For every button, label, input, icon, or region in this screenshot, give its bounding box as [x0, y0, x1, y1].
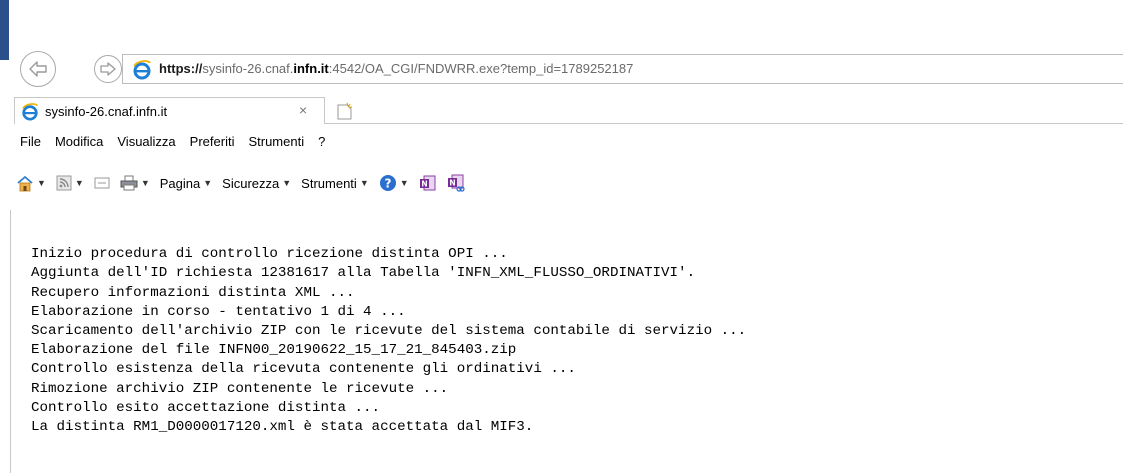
navigation-bar: https://sysinfo-26.cnaf.infn.it:4542/OA_… [14, 51, 1123, 90]
pagina-button[interactable]: Pagina ▼ [160, 176, 212, 191]
print-button[interactable]: ▼ [120, 175, 150, 191]
chevron-down-icon: ▼ [203, 178, 213, 188]
content-line: Aggiunta dell'ID richiesta 12381617 alla… [31, 265, 696, 282]
strumenti-button[interactable]: Strumenti ▼ [301, 176, 369, 191]
rss-feed-icon [56, 175, 72, 191]
tab-active[interactable]: sysinfo-26.cnaf.infn.it × [14, 97, 325, 124]
forward-button[interactable] [94, 55, 122, 83]
content-line: La distinta RM1_D0000017120.xml è stata … [31, 419, 534, 436]
back-arrow-icon [29, 61, 47, 77]
chevron-down-icon: ▼ [359, 178, 369, 188]
menu-file[interactable]: File [20, 134, 41, 149]
address-url: https://sysinfo-26.cnaf.infn.it:4542/OA_… [159, 61, 633, 76]
new-tab-icon[interactable] [337, 102, 353, 123]
content-line: Elaborazione del file INFN00_20190622_15… [31, 342, 517, 359]
sicurezza-label: Sicurezza [222, 175, 280, 191]
content-line: Controllo esistenza della ricevuta conte… [31, 361, 576, 378]
svg-text:N: N [421, 180, 427, 189]
command-bar: ▼ ▼ ▼ Pagina ▼ Sicurezza ▼ Strumenti ▼ ?… [16, 172, 465, 194]
read-mail-button[interactable] [94, 176, 110, 190]
tab-bar: sysinfo-26.cnaf.infn.it × [14, 97, 1123, 125]
chevron-down-icon: ▼ [282, 178, 292, 188]
chevron-down-icon[interactable]: ▼ [400, 178, 409, 188]
pagina-label: Pagina [159, 175, 201, 191]
content-line: Elaborazione in corso - tentativo 1 di 4… [31, 303, 406, 320]
url-domain: infn.it [293, 61, 329, 76]
menu-help[interactable]: ? [318, 134, 325, 149]
menu-bar: File Modifica Visualizza Preferiti Strum… [20, 134, 339, 149]
menu-preferiti[interactable]: Preferiti [190, 134, 235, 149]
help-icon: ? [379, 175, 396, 191]
content-line: Scaricamento dell'archivio ZIP con le ri… [31, 323, 747, 340]
internet-explorer-icon [21, 103, 39, 124]
tab-bar-divider [325, 123, 1123, 124]
forward-arrow-icon [100, 62, 116, 76]
chevron-down-icon[interactable]: ▼ [37, 178, 46, 188]
internet-explorer-icon [132, 60, 152, 83]
menu-visualizza[interactable]: Visualizza [117, 134, 175, 149]
address-bar[interactable]: https://sysinfo-26.cnaf.infn.it:4542/OA_… [122, 54, 1123, 84]
home-button[interactable]: ▼ [16, 175, 46, 192]
menu-strumenti[interactable]: Strumenti [248, 134, 304, 149]
content-line: Controllo esito accettazione distinta ..… [31, 399, 381, 416]
url-path: :4542/OA_CGI/FNDWRR.exe?temp_id=17892521… [328, 61, 634, 76]
mail-icon [94, 177, 110, 189]
strumenti-label: Strumenti [301, 175, 357, 191]
feeds-button[interactable]: ▼ [56, 175, 84, 191]
home-icon [17, 175, 33, 191]
svg-text:N: N [449, 179, 455, 188]
window-edge-strip [0, 0, 9, 60]
content-left-border [10, 210, 11, 473]
back-button[interactable] [20, 51, 56, 87]
help-button[interactable]: ? ▼ [379, 174, 409, 192]
printer-icon [120, 175, 138, 191]
page-content: Inizio procedura di controllo ricezione … [31, 226, 746, 456]
onenote-linked-icon: N [447, 174, 465, 192]
chevron-down-icon[interactable]: ▼ [141, 178, 150, 188]
tab-title: sysinfo-26.cnaf.infn.it [45, 104, 168, 119]
url-subdomain: sysinfo-26.cnaf. [202, 61, 294, 76]
content-line: Rimozione archivio ZIP contenente le ric… [31, 380, 449, 397]
tab-close-button[interactable]: × [299, 102, 307, 118]
url-scheme: https:// [159, 61, 203, 76]
chevron-down-icon[interactable]: ▼ [75, 178, 84, 188]
onenote-button[interactable]: N [419, 174, 437, 192]
sicurezza-button[interactable]: Sicurezza ▼ [222, 176, 291, 191]
menu-modifica[interactable]: Modifica [55, 134, 103, 149]
onenote-linked-button[interactable]: N [447, 174, 465, 192]
onenote-icon: N [419, 175, 436, 191]
content-line: Recupero informazioni distinta XML ... [31, 284, 355, 301]
svg-text:?: ? [384, 177, 391, 191]
content-line: Inizio procedura di controllo ricezione … [31, 246, 508, 263]
